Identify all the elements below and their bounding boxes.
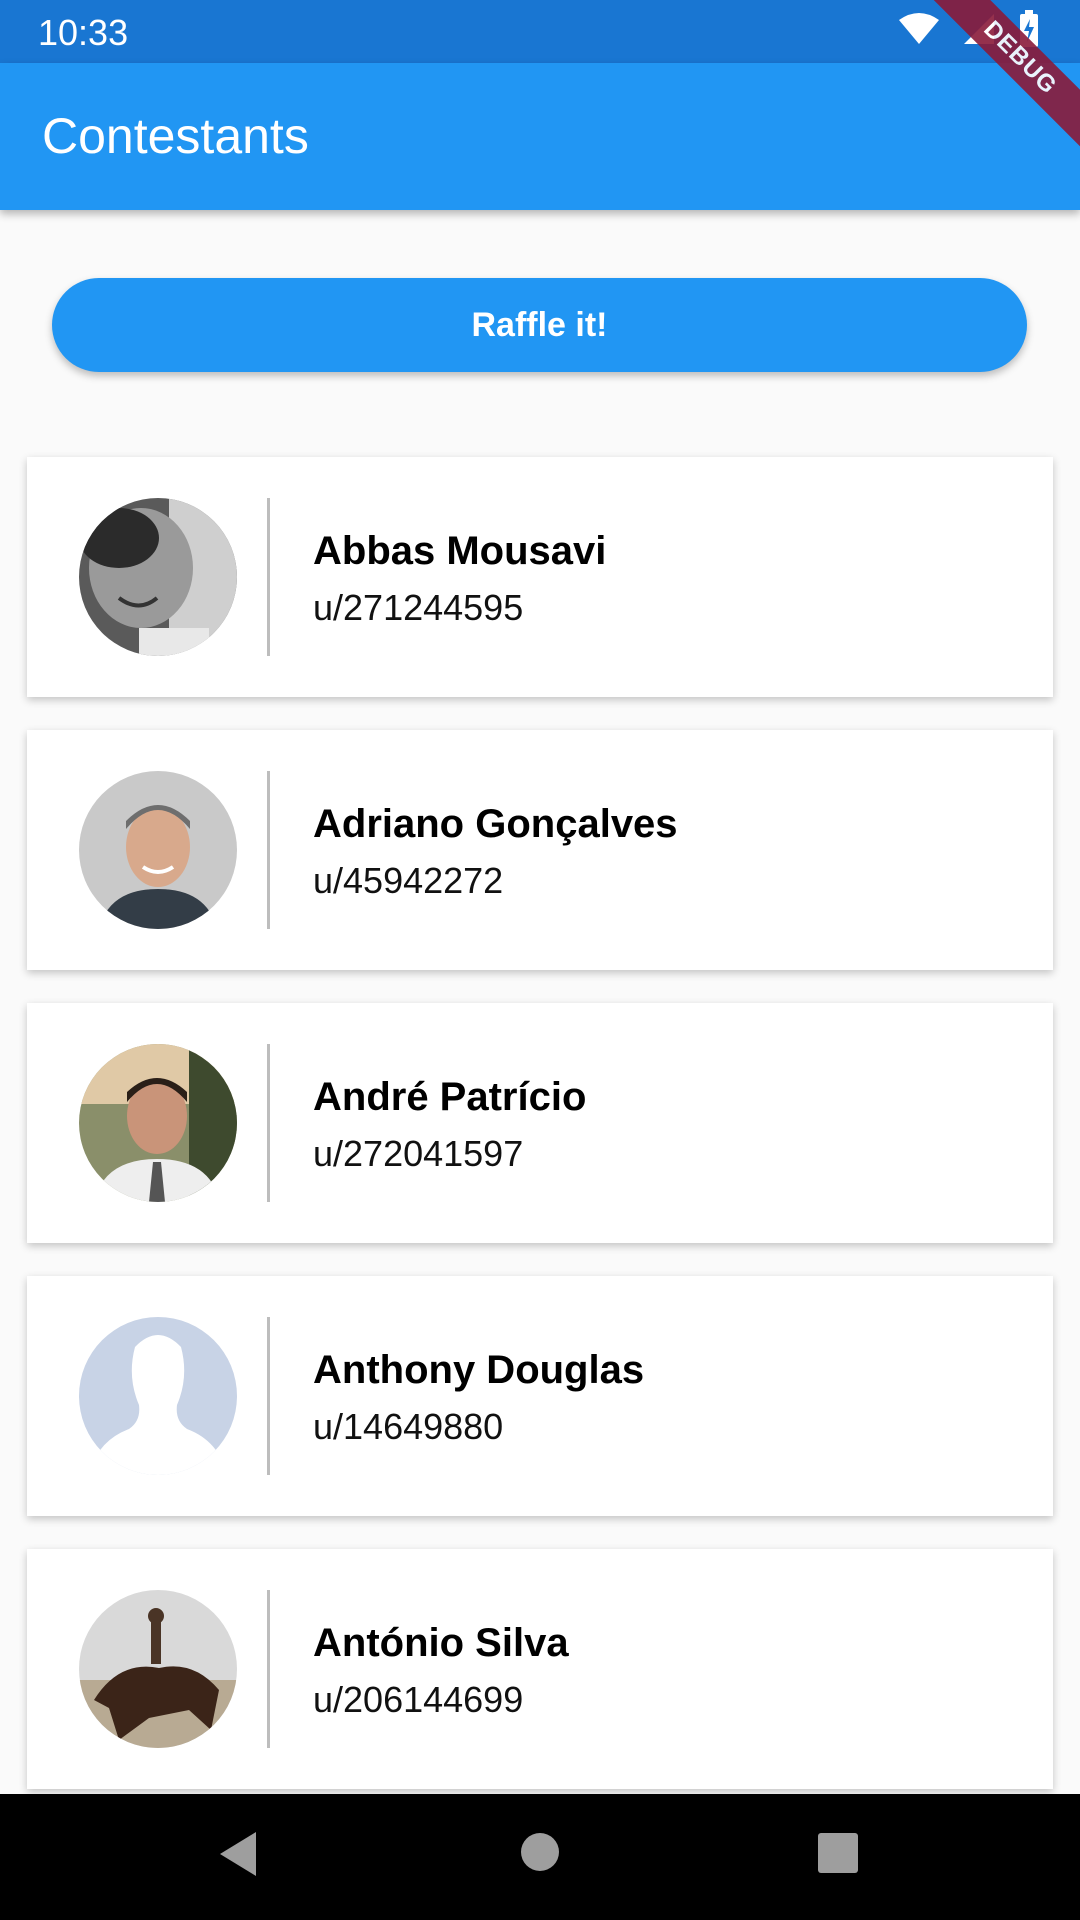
contestant-user: u/272041597 — [313, 1133, 524, 1174]
contestant-card[interactable]: António Silva u/206144699 — [27, 1549, 1053, 1789]
back-icon[interactable] — [216, 1830, 260, 1883]
navigation-bar — [0, 1794, 1080, 1920]
contestant-card[interactable]: Anthony Douglas u/14649880 — [27, 1276, 1053, 1516]
card-divider — [267, 1317, 270, 1475]
avatar — [79, 1044, 237, 1202]
app-bar: Contestants — [0, 63, 1080, 210]
page-title: Contestants — [42, 108, 309, 164]
contestant-card[interactable]: André Patrício u/272041597 — [27, 1003, 1053, 1243]
contestant-name: Abbas Mousavi — [313, 529, 607, 573]
raffle-button[interactable]: Raffle it! — [52, 278, 1027, 372]
contestant-card[interactable]: Adriano Gonçalves u/45942272 — [27, 730, 1053, 970]
contestant-card[interactable]: Abbas Mousavi u/271244595 — [27, 457, 1053, 697]
contestant-user: u/271244595 — [313, 587, 524, 628]
home-icon[interactable] — [520, 1832, 560, 1877]
avatar — [79, 1590, 237, 1748]
contestant-name: André Patrício — [313, 1075, 587, 1119]
card-divider — [267, 1590, 270, 1748]
avatar — [79, 1317, 237, 1475]
contestant-name: Anthony Douglas — [313, 1348, 645, 1392]
contestant-name: Adriano Gonçalves — [313, 802, 678, 846]
card-divider — [267, 1044, 270, 1202]
status-time: 10:33 — [38, 12, 129, 53]
contestant-user: u/45942272 — [313, 860, 504, 901]
avatar — [79, 771, 237, 929]
card-divider — [267, 498, 270, 656]
contestant-name: António Silva — [313, 1621, 569, 1665]
contestant-user: u/14649880 — [313, 1406, 504, 1447]
wifi-icon — [898, 12, 940, 51]
avatar — [79, 498, 237, 656]
status-bar: 10:33 — [0, 0, 1080, 63]
card-divider — [267, 771, 270, 929]
contestant-user: u/206144699 — [313, 1679, 524, 1720]
recents-icon[interactable] — [818, 1833, 858, 1878]
